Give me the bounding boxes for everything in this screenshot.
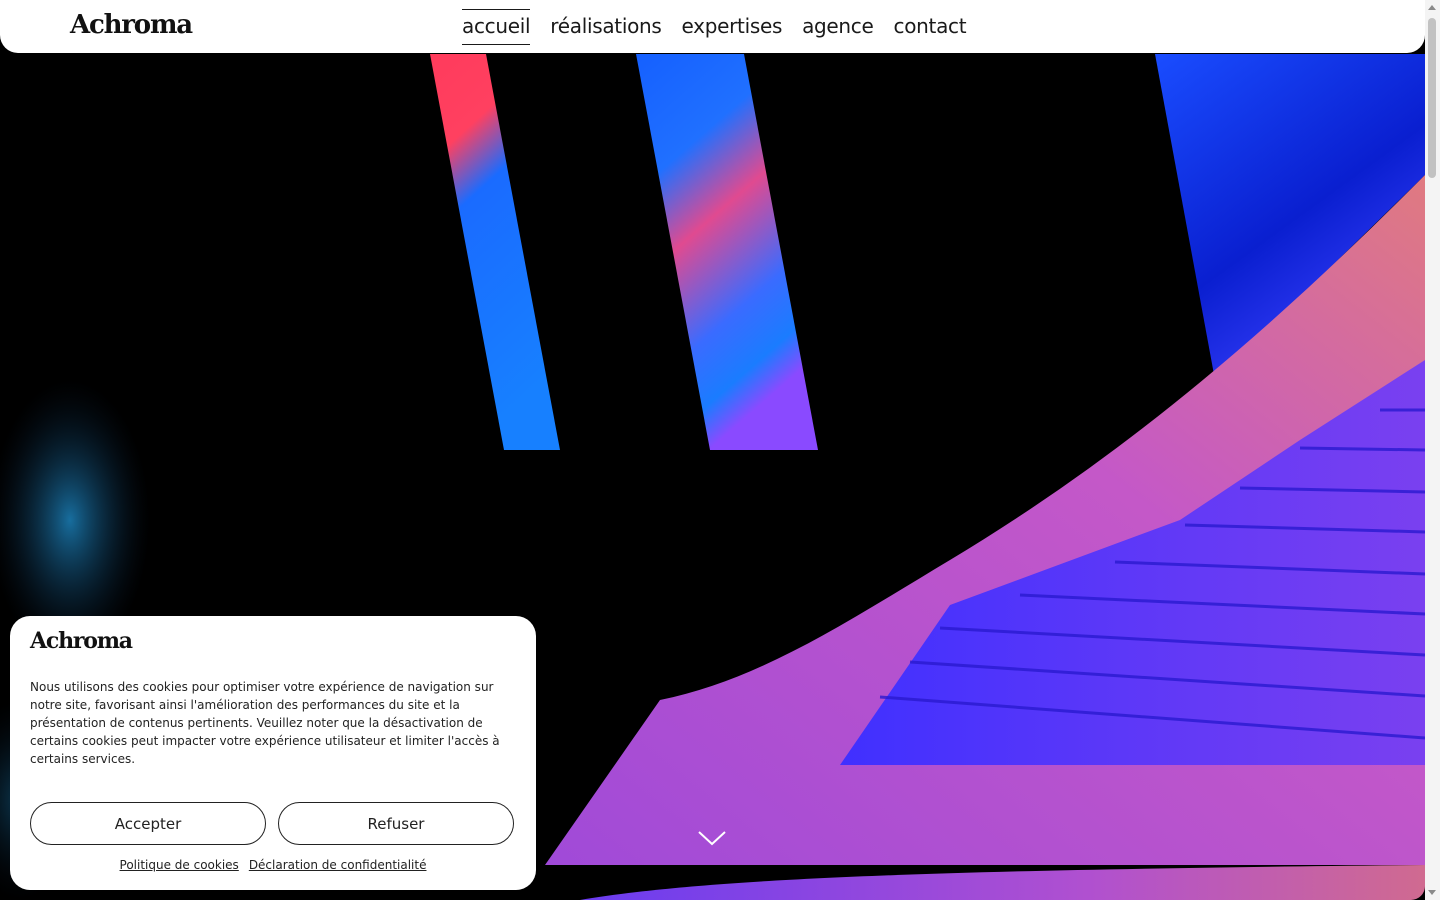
nav-item-expertises[interactable]: expertises — [682, 0, 783, 53]
vertical-scrollbar[interactable] — [1425, 0, 1440, 900]
scrollbar-thumb[interactable] — [1428, 18, 1436, 178]
logo[interactable]: Achroma — [70, 10, 193, 40]
cookie-banner: Achroma Nous utilisons des cookies pour … — [10, 616, 536, 890]
cookie-policy-link[interactable]: Politique de cookies — [120, 858, 239, 872]
scroll-down-button[interactable] — [697, 826, 727, 850]
accept-button[interactable]: Accepter — [30, 802, 266, 845]
cookie-links: Politique de cookies Déclaration de conf… — [10, 858, 536, 872]
chevron-down-icon — [698, 831, 726, 846]
cookie-banner-text: Nous utilisons des cookies pour optimise… — [30, 680, 500, 766]
nav-item-realisations[interactable]: réalisations — [550, 0, 662, 53]
cookie-banner-logo: Achroma — [30, 628, 133, 654]
scroll-up-arrow-icon[interactable] — [1428, 5, 1436, 10]
nav-item-agence[interactable]: agence — [802, 0, 874, 53]
nav-item-accueil[interactable]: accueil — [462, 0, 531, 53]
scroll-down-arrow-icon[interactable] — [1428, 890, 1436, 895]
main-nav: accueil réalisations expertises agence c… — [462, 0, 967, 53]
privacy-statement-link[interactable]: Déclaration de confidentialité — [249, 858, 427, 872]
site-header: Achroma accueil réalisations expertises … — [0, 0, 1425, 53]
refuse-button[interactable]: Refuser — [278, 802, 514, 845]
nav-item-contact[interactable]: contact — [894, 0, 967, 53]
